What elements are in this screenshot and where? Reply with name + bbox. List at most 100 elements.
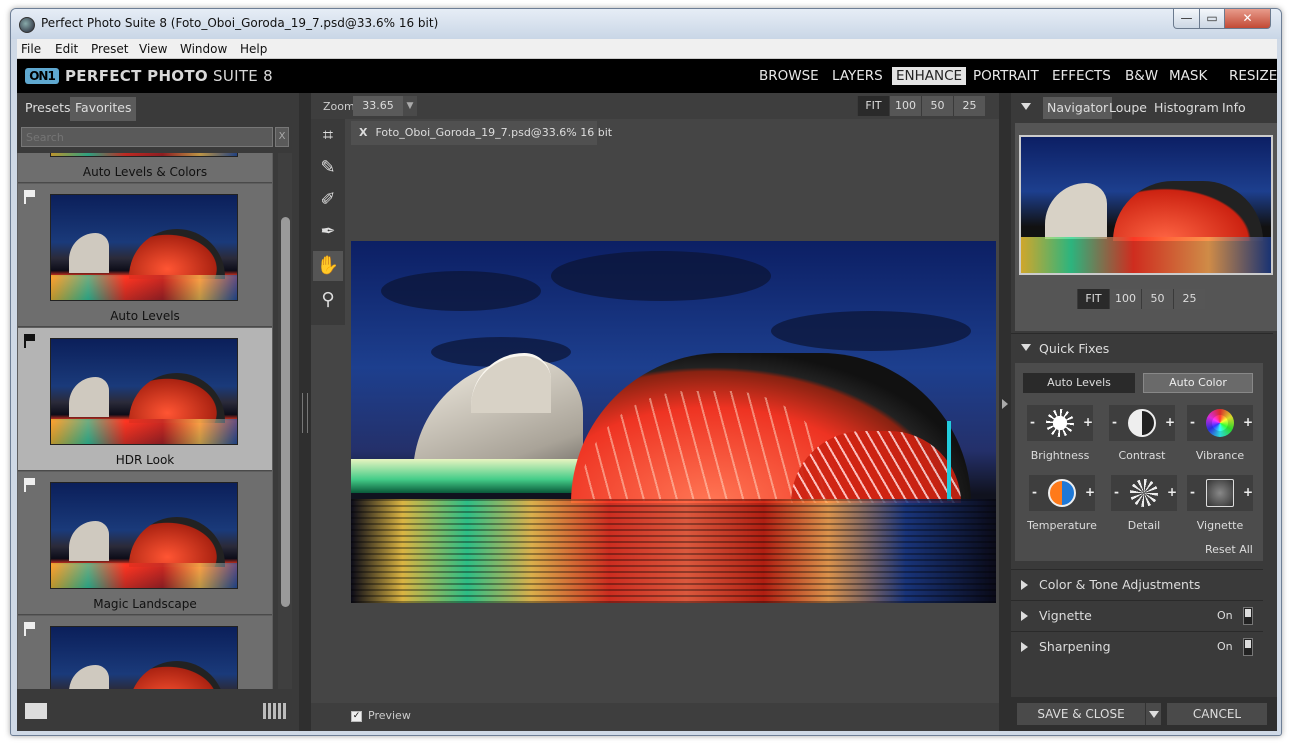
- detail-minus-button[interactable]: -: [1114, 485, 1119, 499]
- section-sharpening[interactable]: Sharpening On: [1011, 631, 1263, 661]
- detail-plus-button[interactable]: +: [1167, 485, 1177, 499]
- favorite-flag-icon[interactable]: [24, 478, 36, 492]
- tab-presets[interactable]: Presets: [20, 97, 76, 121]
- module-portrait[interactable]: PORTRAIT: [969, 67, 1043, 85]
- single-view-icon[interactable]: [25, 703, 47, 719]
- zoom-input[interactable]: 33.65: [353, 96, 403, 116]
- menu-window[interactable]: Window: [180, 42, 227, 56]
- preset-thumbnail: [50, 338, 238, 445]
- module-mask[interactable]: MASK: [1165, 67, 1211, 85]
- temperature-minus-button[interactable]: -: [1032, 485, 1037, 499]
- auto-levels-button[interactable]: Auto Levels: [1023, 373, 1135, 393]
- section-vignette[interactable]: Vignette On: [1011, 600, 1263, 630]
- zoom-25-button[interactable]: 25: [953, 96, 985, 116]
- module-enhance[interactable]: ENHANCE: [892, 67, 967, 85]
- zoom-fit-button[interactable]: FIT: [857, 96, 889, 116]
- vignette-minus-button[interactable]: -: [1190, 485, 1195, 499]
- menu-help[interactable]: Help: [240, 42, 267, 56]
- preset-auto-levels[interactable]: Auto Levels: [18, 184, 272, 327]
- module-bw[interactable]: B&W: [1121, 67, 1162, 85]
- expand-triangle-icon[interactable]: [1021, 642, 1028, 652]
- vibrance-minus-button[interactable]: -: [1190, 415, 1195, 429]
- brightness-minus-button[interactable]: -: [1030, 415, 1035, 429]
- hand-icon[interactable]: ✋: [313, 251, 343, 281]
- window-title: Perfect Photo Suite 8 (Foto_Oboi_Goroda_…: [41, 16, 439, 30]
- module-effects[interactable]: EFFECTS: [1048, 67, 1115, 85]
- menu-preset[interactable]: Preset: [91, 42, 128, 56]
- vignette-toggle[interactable]: [1243, 607, 1253, 625]
- close-button[interactable]: ✕: [1224, 9, 1271, 29]
- save-close-button[interactable]: SAVE & CLOSE: [1017, 703, 1145, 725]
- collapse-triangle-icon[interactable]: [1021, 103, 1031, 110]
- preset-thumbnail: [50, 482, 238, 589]
- preset-auto-levels-colors[interactable]: Auto Levels & Colors: [18, 153, 272, 183]
- temperature-plus-button[interactable]: +: [1085, 485, 1095, 499]
- refine-brush-icon[interactable]: ✒: [313, 217, 343, 247]
- scrollbar-thumb[interactable]: [281, 217, 290, 607]
- zoom-100-button[interactable]: 100: [889, 96, 921, 116]
- close-document-icon[interactable]: X: [359, 126, 367, 139]
- adjustments-panel: Navigator Loupe Histogram Info FIT 100 5…: [1011, 93, 1277, 731]
- title-bar[interactable]: Perfect Photo Suite 8 (Foto_Oboi_Goroda_…: [11, 9, 1281, 39]
- nav-50-button[interactable]: 50: [1141, 289, 1173, 309]
- save-options-dropdown-icon[interactable]: [1145, 703, 1161, 725]
- tab-favorites[interactable]: Favorites: [70, 97, 137, 121]
- favorite-flag-icon[interactable]: [24, 622, 36, 636]
- perfect-eraser-icon[interactable]: ✐: [313, 185, 343, 215]
- crop-icon[interactable]: ⌗: [313, 121, 343, 151]
- menu-view[interactable]: View: [139, 42, 167, 56]
- image-canvas[interactable]: [345, 149, 999, 703]
- favorite-flag-icon[interactable]: [24, 334, 36, 348]
- tab-histogram[interactable]: Histogram: [1150, 97, 1223, 119]
- preset-next[interactable]: [18, 616, 272, 689]
- module-layers[interactable]: LAYERS: [828, 67, 887, 85]
- cancel-button[interactable]: CANCEL: [1167, 703, 1267, 725]
- favorite-flag-icon[interactable]: [24, 190, 36, 204]
- chevron-right-icon: [1002, 399, 1008, 409]
- tab-navigator[interactable]: Navigator: [1043, 97, 1113, 119]
- preset-hdr-look[interactable]: HDR Look: [18, 328, 272, 471]
- maximize-button[interactable]: ▭: [1199, 9, 1225, 29]
- right-panel-collapse[interactable]: [999, 93, 1011, 731]
- menu-edit[interactable]: Edit: [55, 42, 78, 56]
- vignette-plus-button[interactable]: +: [1243, 485, 1253, 499]
- navigator-thumbnail[interactable]: [1019, 135, 1273, 275]
- sharpening-toggle[interactable]: [1243, 638, 1253, 656]
- logo-text-thin: SUITE 8: [207, 67, 273, 85]
- quick-fixes-header[interactable]: Quick Fixes: [1011, 333, 1273, 361]
- nav-fit-button[interactable]: FIT: [1077, 289, 1109, 309]
- app-icon[interactable]: [19, 17, 35, 33]
- expand-triangle-icon[interactable]: [1021, 611, 1028, 621]
- contrast-minus-button[interactable]: -: [1112, 415, 1117, 429]
- menu-file[interactable]: File: [21, 42, 41, 56]
- grid-view-icon[interactable]: [263, 703, 287, 719]
- retouch-brush-icon[interactable]: ✎: [313, 153, 343, 183]
- auto-color-button[interactable]: Auto Color: [1143, 373, 1253, 393]
- section-color-tone[interactable]: Color & Tone Adjustments: [1011, 569, 1263, 599]
- collapse-triangle-icon[interactable]: [1021, 344, 1031, 351]
- minimize-button[interactable]: —: [1173, 9, 1200, 29]
- tab-info[interactable]: Info: [1218, 97, 1250, 119]
- nav-100-button[interactable]: 100: [1109, 289, 1141, 309]
- search-input[interactable]: [21, 127, 273, 147]
- brightness-plus-button[interactable]: +: [1083, 415, 1093, 429]
- nav-25-button[interactable]: 25: [1173, 289, 1205, 309]
- module-browse[interactable]: BROWSE: [755, 67, 823, 85]
- reset-all-button[interactable]: Reset All: [1205, 543, 1253, 556]
- preset-magic-landscape[interactable]: Magic Landscape: [18, 472, 272, 615]
- vibrance-plus-button[interactable]: +: [1243, 415, 1253, 429]
- tab-loupe[interactable]: Loupe: [1105, 97, 1151, 119]
- search-clear-button[interactable]: X: [275, 127, 289, 147]
- zoom-dropdown-icon[interactable]: ▼: [403, 96, 417, 116]
- zoom-icon[interactable]: ⚲: [313, 285, 343, 315]
- preset-list: Auto Levels & Colors Auto Levels HDR Loo…: [17, 153, 273, 689]
- logo-text: PERFECT PHOTO SUITE 8: [65, 67, 273, 85]
- left-panel-collapse[interactable]: [299, 93, 311, 731]
- preset-scrollbar[interactable]: [278, 153, 292, 689]
- expand-triangle-icon[interactable]: [1021, 580, 1028, 590]
- module-resize[interactable]: RESIZE: [1225, 67, 1281, 85]
- document-tab[interactable]: X Foto_Oboi_Goroda_19_7.psd@33.6% 16 bit: [351, 121, 612, 145]
- contrast-plus-button[interactable]: +: [1165, 415, 1175, 429]
- zoom-50-button[interactable]: 50: [921, 96, 953, 116]
- preview-checkbox[interactable]: ✓: [351, 711, 362, 722]
